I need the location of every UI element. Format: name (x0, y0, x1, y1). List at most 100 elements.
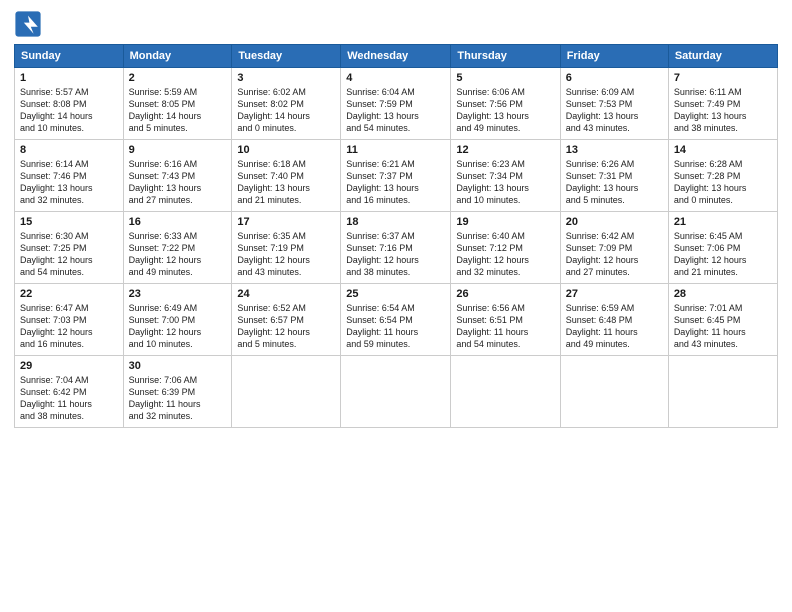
day-info: Sunrise: 6:16 AMSunset: 7:43 PMDaylight:… (129, 158, 227, 207)
week-row-4: 22 Sunrise: 6:47 AMSunset: 7:03 PMDayligh… (15, 284, 778, 356)
day-cell: 22 Sunrise: 6:47 AMSunset: 7:03 PMDayligh… (15, 284, 124, 356)
day-cell: 9 Sunrise: 6:16 AMSunset: 7:43 PMDaylight… (123, 140, 232, 212)
day-info: Sunrise: 6:21 AMSunset: 7:37 PMDaylight:… (346, 158, 445, 207)
day-cell (560, 356, 668, 428)
day-info: Sunrise: 7:06 AMSunset: 6:39 PMDaylight:… (129, 374, 227, 423)
day-number: 29 (20, 360, 118, 372)
day-cell: 14Sunrise: 6:28 AMSunset: 7:28 PMDayligh… (668, 140, 777, 212)
day-cell: 16 Sunrise: 6:33 AMSunset: 7:22 PMDayligh… (123, 212, 232, 284)
week-row-5: 29 Sunrise: 7:04 AMSunset: 6:42 PMDayligh… (15, 356, 778, 428)
day-cell: 26Sunrise: 6:56 AMSunset: 6:51 PMDayligh… (451, 284, 560, 356)
day-number: 11 (346, 144, 445, 156)
day-info: Sunrise: 6:40 AMSunset: 7:12 PMDaylight:… (456, 230, 554, 279)
day-info: Sunrise: 6:26 AMSunset: 7:31 PMDaylight:… (566, 158, 663, 207)
day-cell: 29 Sunrise: 7:04 AMSunset: 6:42 PMDayligh… (15, 356, 124, 428)
day-info: Sunrise: 5:59 AMSunset: 8:05 PMDaylight:… (129, 86, 227, 135)
col-header-sunday: Sunday (15, 45, 124, 68)
day-number: 19 (456, 216, 554, 228)
logo-icon (14, 10, 42, 38)
day-info: Sunrise: 6:06 AMSunset: 7:56 PMDaylight:… (456, 86, 554, 135)
logo (14, 10, 46, 38)
day-info: Sunrise: 6:30 AMSunset: 7:25 PMDaylight:… (20, 230, 118, 279)
day-number: 25 (346, 288, 445, 300)
day-cell: 13 Sunrise: 6:26 AMSunset: 7:31 PMDayligh… (560, 140, 668, 212)
day-cell: 7 Sunrise: 6:11 AMSunset: 7:49 PMDaylight… (668, 68, 777, 140)
col-header-monday: Monday (123, 45, 232, 68)
day-number: 22 (20, 288, 118, 300)
day-number: 28 (674, 288, 772, 300)
day-number: 3 (237, 72, 335, 84)
day-info: Sunrise: 5:57 AMSunset: 8:08 PMDaylight:… (20, 86, 118, 135)
day-cell: 25Sunrise: 6:54 AMSunset: 6:54 PMDayligh… (341, 284, 451, 356)
day-cell: 20 Sunrise: 6:42 AMSunset: 7:09 PMDayligh… (560, 212, 668, 284)
day-number: 17 (237, 216, 335, 228)
day-cell: 1 Sunrise: 5:57 AMSunset: 8:08 PMDaylight… (15, 68, 124, 140)
day-cell: 15 Sunrise: 6:30 AMSunset: 7:25 PMDayligh… (15, 212, 124, 284)
day-cell: 27 Sunrise: 6:59 AMSunset: 6:48 PMDayligh… (560, 284, 668, 356)
day-cell (232, 356, 341, 428)
day-info: Sunrise: 6:52 AMSunset: 6:57 PMDaylight:… (237, 302, 335, 351)
day-number: 21 (674, 216, 772, 228)
day-info: Sunrise: 6:49 AMSunset: 7:00 PMDaylight:… (129, 302, 227, 351)
col-header-tuesday: Tuesday (232, 45, 341, 68)
day-cell: 18Sunrise: 6:37 AMSunset: 7:16 PMDayligh… (341, 212, 451, 284)
day-info: Sunrise: 6:04 AMSunset: 7:59 PMDaylight:… (346, 86, 445, 135)
day-number: 14 (674, 144, 772, 156)
day-number: 26 (456, 288, 554, 300)
day-info: Sunrise: 6:09 AMSunset: 7:53 PMDaylight:… (566, 86, 663, 135)
day-info: Sunrise: 6:02 AMSunset: 8:02 PMDaylight:… (237, 86, 335, 135)
day-info: Sunrise: 6:11 AMSunset: 7:49 PMDaylight:… (674, 86, 772, 135)
day-cell: 10Sunrise: 6:18 AMSunset: 7:40 PMDayligh… (232, 140, 341, 212)
col-header-friday: Friday (560, 45, 668, 68)
day-info: Sunrise: 7:01 AMSunset: 6:45 PMDaylight:… (674, 302, 772, 351)
day-number: 24 (237, 288, 335, 300)
day-cell (451, 356, 560, 428)
day-number: 13 (566, 144, 663, 156)
day-info: Sunrise: 6:35 AMSunset: 7:19 PMDaylight:… (237, 230, 335, 279)
day-cell: 19 Sunrise: 6:40 AMSunset: 7:12 PMDayligh… (451, 212, 560, 284)
day-cell: 3 Sunrise: 6:02 AMSunset: 8:02 PMDaylight… (232, 68, 341, 140)
day-number: 20 (566, 216, 663, 228)
day-number: 30 (129, 360, 227, 372)
day-number: 1 (20, 72, 118, 84)
day-cell (341, 356, 451, 428)
day-cell: 28 Sunrise: 7:01 AMSunset: 6:45 PMDayligh… (668, 284, 777, 356)
day-info: Sunrise: 6:33 AMSunset: 7:22 PMDaylight:… (129, 230, 227, 279)
day-number: 16 (129, 216, 227, 228)
day-cell: 17 Sunrise: 6:35 AMSunset: 7:19 PMDayligh… (232, 212, 341, 284)
day-number: 10 (237, 144, 335, 156)
day-info: Sunrise: 6:47 AMSunset: 7:03 PMDaylight:… (20, 302, 118, 351)
page: SundayMondayTuesdayWednesdayThursdayFrid… (0, 0, 792, 612)
col-header-thursday: Thursday (451, 45, 560, 68)
week-row-1: 1 Sunrise: 5:57 AMSunset: 8:08 PMDaylight… (15, 68, 778, 140)
day-number: 12 (456, 144, 554, 156)
day-number: 8 (20, 144, 118, 156)
day-cell: 30 Sunrise: 7:06 AMSunset: 6:39 PMDayligh… (123, 356, 232, 428)
week-row-3: 15 Sunrise: 6:30 AMSunset: 7:25 PMDayligh… (15, 212, 778, 284)
day-cell: 5Sunrise: 6:06 AMSunset: 7:56 PMDaylight… (451, 68, 560, 140)
col-header-saturday: Saturday (668, 45, 777, 68)
week-row-2: 8 Sunrise: 6:14 AMSunset: 7:46 PMDaylight… (15, 140, 778, 212)
day-number: 9 (129, 144, 227, 156)
day-info: Sunrise: 6:14 AMSunset: 7:46 PMDaylight:… (20, 158, 118, 207)
day-cell: 23 Sunrise: 6:49 AMSunset: 7:00 PMDayligh… (123, 284, 232, 356)
day-number: 7 (674, 72, 772, 84)
day-info: Sunrise: 6:23 AMSunset: 7:34 PMDaylight:… (456, 158, 554, 207)
day-info: Sunrise: 6:45 AMSunset: 7:06 PMDaylight:… (674, 230, 772, 279)
day-info: Sunrise: 6:59 AMSunset: 6:48 PMDaylight:… (566, 302, 663, 351)
col-header-wednesday: Wednesday (341, 45, 451, 68)
day-info: Sunrise: 6:37 AMSunset: 7:16 PMDaylight:… (346, 230, 445, 279)
day-number: 15 (20, 216, 118, 228)
day-info: Sunrise: 6:42 AMSunset: 7:09 PMDaylight:… (566, 230, 663, 279)
day-info: Sunrise: 7:04 AMSunset: 6:42 PMDaylight:… (20, 374, 118, 423)
day-number: 4 (346, 72, 445, 84)
day-number: 6 (566, 72, 663, 84)
header (14, 10, 778, 38)
day-cell: 8 Sunrise: 6:14 AMSunset: 7:46 PMDaylight… (15, 140, 124, 212)
calendar-header-row: SundayMondayTuesdayWednesdayThursdayFrid… (15, 45, 778, 68)
day-number: 23 (129, 288, 227, 300)
day-number: 27 (566, 288, 663, 300)
day-cell (668, 356, 777, 428)
calendar-table: SundayMondayTuesdayWednesdayThursdayFrid… (14, 44, 778, 428)
day-number: 2 (129, 72, 227, 84)
